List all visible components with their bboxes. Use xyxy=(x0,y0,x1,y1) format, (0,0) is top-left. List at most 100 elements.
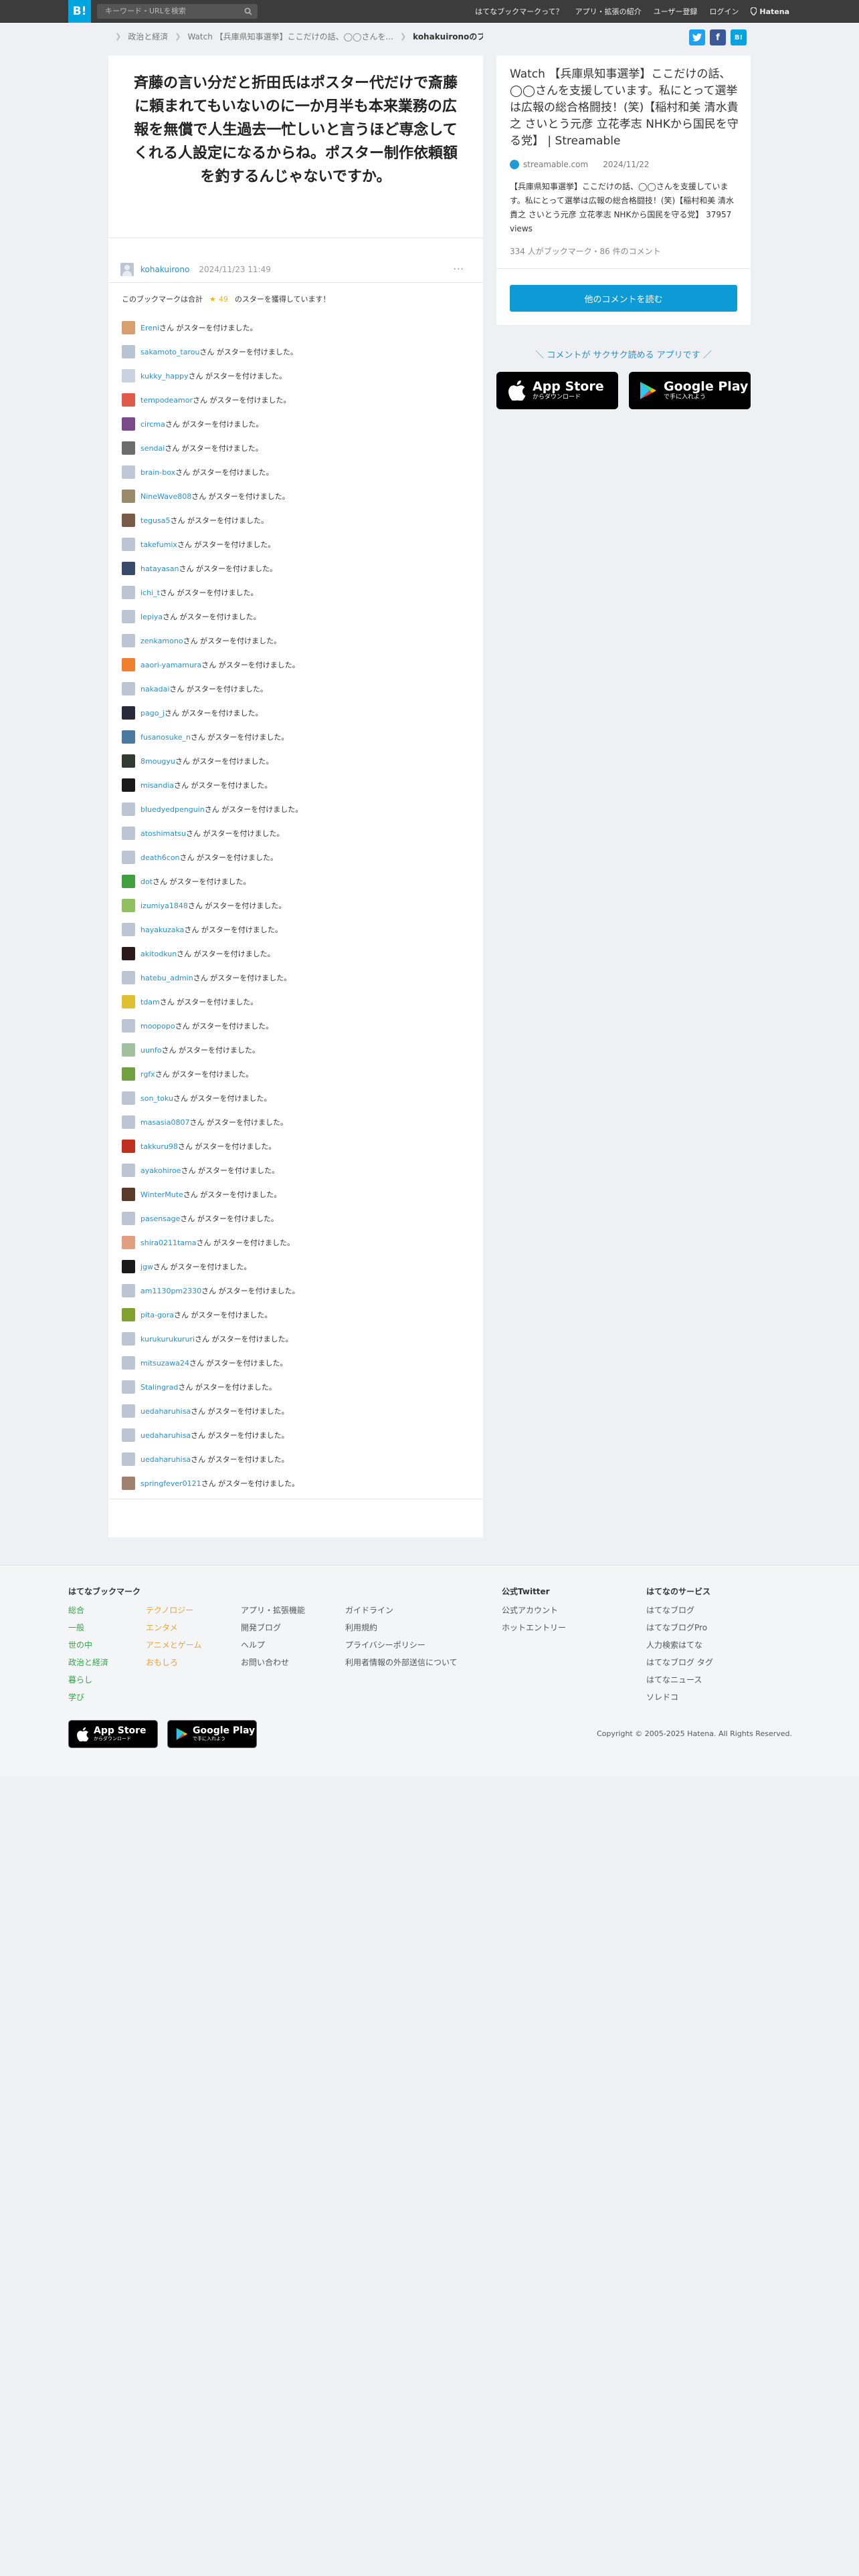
footer-category-link[interactable]: 学び xyxy=(68,1689,108,1706)
search-input[interactable]: キーワード・URLを検索 xyxy=(97,4,258,19)
app-store-button[interactable]: App Store からダウンロード xyxy=(496,372,618,409)
hatena-bookmark-logo[interactable]: B! xyxy=(68,0,91,23)
star-username[interactable]: circma xyxy=(140,420,165,429)
star-user-avatar[interactable] xyxy=(122,971,135,984)
star-username[interactable]: NineWave808 xyxy=(140,492,191,501)
star-user-avatar[interactable] xyxy=(122,369,135,383)
footer-app-link[interactable]: お問い合わせ xyxy=(241,1654,305,1671)
top-nav-item[interactable]: アプリ・拡張の紹介 xyxy=(575,6,642,17)
star-username[interactable]: pasensage xyxy=(140,1214,180,1223)
star-username[interactable]: uedaharuhisa xyxy=(140,1455,191,1464)
star-username[interactable]: Stalingrad xyxy=(140,1383,178,1392)
star-user-avatar[interactable] xyxy=(122,1115,135,1129)
twitter-share-button[interactable] xyxy=(689,29,705,45)
star-user-avatar[interactable] xyxy=(122,538,135,551)
star-username[interactable]: takkuru98 xyxy=(140,1142,178,1151)
footer-category-link[interactable]: おもしろ xyxy=(146,1654,201,1671)
star-username[interactable]: nakadai xyxy=(140,685,169,693)
star-username[interactable]: moopopo xyxy=(140,1022,175,1031)
footer-twitter-link[interactable]: ホットエントリー xyxy=(502,1619,566,1636)
star-user-avatar[interactable] xyxy=(122,514,135,527)
star-user-avatar[interactable] xyxy=(122,730,135,744)
entry-domain[interactable]: streamable.com xyxy=(523,160,588,169)
star-user-avatar[interactable] xyxy=(122,851,135,864)
star-username[interactable]: uedaharuhisa xyxy=(140,1407,191,1416)
entry-title[interactable]: Watch 【兵庫県知事選挙】ここだけの話、◯◯さんを支援しています。私にとって… xyxy=(510,66,741,150)
star-user-avatar[interactable] xyxy=(122,802,135,816)
footer-service-link[interactable]: ソレドコ xyxy=(646,1689,713,1706)
star-username[interactable]: shira0211tama xyxy=(140,1239,197,1247)
star-username[interactable]: death6con xyxy=(140,853,180,862)
star-user-avatar[interactable] xyxy=(122,1356,135,1370)
star-username[interactable]: dot xyxy=(140,877,153,886)
star-user-avatar[interactable] xyxy=(122,562,135,575)
star-user-avatar[interactable] xyxy=(122,586,135,599)
star-user-avatar[interactable] xyxy=(122,1236,135,1249)
star-username[interactable]: Ereni xyxy=(140,324,159,332)
star-username[interactable]: takefumix xyxy=(140,540,177,549)
star-user-avatar[interactable] xyxy=(122,947,135,960)
footer-app-link[interactable]: ヘルプ xyxy=(241,1636,305,1654)
star-user-avatar[interactable] xyxy=(122,1284,135,1297)
star-username[interactable]: uedaharuhisa xyxy=(140,1431,191,1440)
star-username[interactable]: lepiya xyxy=(140,613,163,621)
star-user-avatar[interactable] xyxy=(122,417,135,431)
footer-service-link[interactable]: はてなブログPro xyxy=(646,1619,713,1636)
star-user-avatar[interactable] xyxy=(122,1019,135,1033)
star-username[interactable]: izumiya1848 xyxy=(140,901,188,910)
entry-meta[interactable]: 334 人がブックマーク・86 件のコメント xyxy=(510,245,661,257)
footer-app-link[interactable]: アプリ・拡張機能 xyxy=(241,1602,305,1619)
more-menu-icon[interactable]: ··· xyxy=(454,264,464,275)
star-username[interactable]: tempodeamor xyxy=(140,396,193,405)
star-user-avatar[interactable] xyxy=(122,1164,135,1177)
footer-category-link[interactable]: 一般 xyxy=(68,1619,108,1636)
star-user-avatar[interactable] xyxy=(122,682,135,695)
star-username[interactable]: kurukurukururi xyxy=(140,1335,195,1344)
footer-category-link[interactable]: 総合 xyxy=(68,1602,108,1619)
star-username[interactable]: 8mougyu xyxy=(140,757,175,766)
star-user-avatar[interactable] xyxy=(122,875,135,888)
star-username[interactable]: akitodkun xyxy=(140,950,177,958)
breadcrumb-item[interactable]: 政治と経済 xyxy=(128,31,168,42)
top-nav-item[interactable]: ユーザー登録 xyxy=(654,6,698,17)
star-username[interactable]: tegusa5 xyxy=(140,516,171,525)
star-username[interactable]: hayakuzaka xyxy=(140,926,184,934)
star-user-avatar[interactable] xyxy=(122,1380,135,1394)
star-user-avatar[interactable] xyxy=(122,1188,135,1201)
read-more-comments-button[interactable]: 他のコメントを読む xyxy=(510,285,737,312)
star-user-avatar[interactable] xyxy=(122,1260,135,1273)
star-username[interactable]: sakamoto_tarou xyxy=(140,348,199,356)
star-username[interactable]: kukky_happy xyxy=(140,372,189,381)
star-user-avatar[interactable] xyxy=(122,1453,135,1466)
star-user-avatar[interactable] xyxy=(122,1428,135,1442)
star-username[interactable]: atoshimatsu xyxy=(140,829,186,838)
star-username[interactable]: pago_j xyxy=(140,709,165,718)
star-user-avatar[interactable] xyxy=(122,634,135,647)
star-user-avatar[interactable] xyxy=(122,1477,135,1490)
footer-policy-link[interactable]: 利用者情報の外部送信について xyxy=(345,1654,458,1671)
star-user-avatar[interactable] xyxy=(122,706,135,720)
google-play-button[interactable]: Google Play で手に入れよう xyxy=(629,372,751,409)
footer-app-link[interactable]: 開発ブログ xyxy=(241,1619,305,1636)
star-username[interactable]: pita-gora xyxy=(140,1311,174,1319)
star-user-avatar[interactable] xyxy=(122,754,135,768)
star-user-avatar[interactable] xyxy=(122,465,135,479)
footer-twitter-link[interactable]: 公式アカウント xyxy=(502,1602,566,1619)
star-user-avatar[interactable] xyxy=(122,1332,135,1346)
footer-category-link[interactable]: アニメとゲーム xyxy=(146,1636,201,1654)
user-avatar[interactable] xyxy=(120,263,134,276)
star-username[interactable]: misandia xyxy=(140,781,174,790)
top-nav-item[interactable]: はてなブックマークって？ xyxy=(475,6,563,17)
star-user-avatar[interactable] xyxy=(122,923,135,936)
footer-category-link[interactable]: エンタメ xyxy=(146,1619,201,1636)
footer-category-link[interactable]: 政治と経済 xyxy=(68,1654,108,1671)
star-username[interactable]: mitsuzawa24 xyxy=(140,1359,189,1368)
star-username[interactable]: WinterMute xyxy=(140,1190,183,1199)
breadcrumb-item[interactable]: Watch 【兵庫県知事選挙】ここだけの話、◯◯さんを... xyxy=(187,31,393,42)
footer-category-link[interactable]: テクノロジー xyxy=(146,1602,201,1619)
hatebu-share-button[interactable]: B! xyxy=(731,29,747,45)
footer-policy-link[interactable]: 利用規約 xyxy=(345,1619,458,1636)
star-username[interactable]: rgfx xyxy=(140,1070,155,1079)
star-user-avatar[interactable] xyxy=(122,1212,135,1225)
footer-service-link[interactable]: はてなブログ タグ xyxy=(646,1654,713,1671)
